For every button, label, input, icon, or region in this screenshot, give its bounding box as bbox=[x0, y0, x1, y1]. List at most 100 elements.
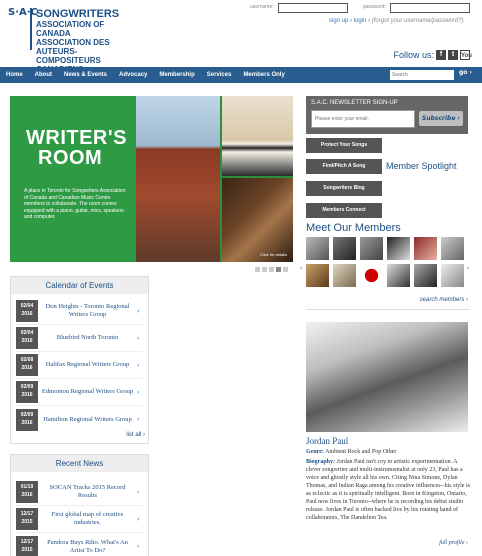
member-thumb[interactable] bbox=[414, 237, 437, 260]
calendar-title: Calendar of Events bbox=[11, 277, 148, 294]
event-date-year: 2016 bbox=[21, 392, 33, 398]
member-thumb[interactable] bbox=[441, 237, 464, 260]
search-members-link[interactable]: search members › bbox=[420, 297, 468, 303]
genre-label: Genre: bbox=[306, 449, 324, 455]
member-thumb[interactable] bbox=[414, 264, 437, 287]
chevron-right-icon: › bbox=[137, 543, 140, 550]
next-arrow-icon[interactable]: › bbox=[467, 265, 469, 272]
forgot-link[interactable]: (forgot your username/password?) bbox=[372, 18, 464, 24]
event-title[interactable]: Hamilton Regional Writers Group bbox=[38, 416, 137, 424]
news-item[interactable]: 12/17 2015 Pandora Buys Rdio. What's An A… bbox=[16, 533, 143, 556]
prev-arrow-icon[interactable]: ‹ bbox=[300, 265, 302, 272]
event-title[interactable]: Don Heights - Toronto Regional Writers G… bbox=[38, 303, 137, 319]
bio-text: Jordan Paul isn't coy to artistic experi… bbox=[306, 459, 470, 521]
member-thumb[interactable] bbox=[360, 264, 383, 287]
news-item[interactable]: 12/17 2015 First global map of creative i… bbox=[16, 506, 143, 533]
login-link[interactable]: login bbox=[354, 18, 367, 24]
member-thumb[interactable] bbox=[333, 264, 356, 287]
featured-bio: Biography: Jordan Paul isn't coy to arti… bbox=[306, 458, 470, 522]
slide-dot-active[interactable] bbox=[276, 267, 281, 272]
featured-member-photo[interactable] bbox=[306, 322, 468, 432]
username-input[interactable] bbox=[278, 3, 348, 13]
newsletter-label: S.A.C. NEWSLETTER SIGN-UP bbox=[311, 100, 398, 106]
search-input[interactable] bbox=[390, 70, 454, 80]
subscribe-button[interactable]: Subscribe › bbox=[419, 111, 463, 126]
event-title[interactable]: Halifax Regional Writers Group bbox=[38, 361, 137, 369]
event-date-day: 02/04 bbox=[20, 303, 34, 309]
protect-songs-button[interactable]: Protect Your Songs bbox=[306, 138, 382, 153]
find-pitch-song-button[interactable]: Find/Pitch A Song bbox=[306, 159, 382, 174]
nav-news-events[interactable]: News & Events bbox=[58, 72, 113, 78]
facebook-icon[interactable]: f bbox=[436, 50, 446, 60]
news-title[interactable]: First global map of creative industries. bbox=[38, 511, 137, 527]
sac-logo[interactable]: S·A·C SONGWRITERS ASSOCIATION OF CANADA … bbox=[8, 8, 140, 75]
newsletter-email-input[interactable] bbox=[311, 110, 415, 128]
member-thumb[interactable] bbox=[306, 264, 329, 287]
nav-advocacy[interactable]: Advocacy bbox=[113, 72, 153, 78]
logo-text: SONGWRITERS ASSOCIATION OF CANADA ASSOCI… bbox=[36, 8, 140, 74]
event-date-year: 2016 bbox=[21, 365, 33, 371]
event-title[interactable]: Edmonton Regional Writers Group bbox=[38, 388, 137, 396]
event-item[interactable]: 02/04 2016 Don Heights - Toronto Regional… bbox=[16, 298, 143, 325]
slide-dot[interactable] bbox=[269, 267, 274, 272]
member-thumb[interactable] bbox=[360, 237, 383, 260]
signup-link[interactable]: sign up bbox=[329, 18, 348, 24]
calendar-box: Calendar of Events 02/04 2016 Don Heights… bbox=[10, 276, 149, 444]
event-item[interactable]: 02/09 2016 Edmonton Regional Writers Grou… bbox=[16, 379, 143, 406]
songwriters-blog-button[interactable]: Songwriters Blog bbox=[306, 181, 382, 196]
event-item[interactable]: 02/08 2016 Halifax Regional Writers Group… bbox=[16, 352, 143, 379]
search-members-label: search members bbox=[419, 297, 465, 303]
newsletter-signup: S.A.C. NEWSLETTER SIGN-UP Subscribe › bbox=[306, 96, 468, 134]
full-profile-link[interactable]: full profile › bbox=[439, 540, 468, 546]
news-item[interactable]: 01/19 2016 SOCAN Tracks 2015 Record Resul… bbox=[16, 479, 143, 506]
chevron-right-icon: › bbox=[137, 388, 140, 396]
hero-slider[interactable]: WRITER'S ROOM A place in Toronto for Son… bbox=[10, 96, 293, 262]
nav-services[interactable]: Services bbox=[201, 72, 238, 78]
list-all-link[interactable]: list all › bbox=[126, 432, 145, 438]
news-date-day: 01/19 bbox=[20, 484, 34, 490]
main-nav: Home About News & Events Advocacy Member… bbox=[0, 67, 482, 83]
logo-line-3: ASSOCIATION DES AUTEURS- bbox=[36, 38, 110, 56]
member-thumb[interactable] bbox=[306, 237, 329, 260]
slide-dot[interactable] bbox=[283, 267, 288, 272]
event-date: 02/09 2016 bbox=[16, 408, 38, 431]
chevron-right-icon: › bbox=[137, 488, 140, 496]
member-thumb[interactable] bbox=[441, 264, 464, 287]
member-thumb[interactable] bbox=[387, 264, 410, 287]
nav-membership[interactable]: Membership bbox=[153, 72, 200, 78]
nav-home[interactable]: Home bbox=[0, 72, 29, 78]
hero-caption[interactable]: Click for details bbox=[260, 252, 287, 257]
youtube-icon[interactable]: You bbox=[460, 50, 472, 60]
full-profile-label: full profile bbox=[439, 540, 465, 546]
news-title[interactable]: Pandora Buys Rdio. What's An Artist To D… bbox=[38, 539, 137, 555]
slide-dot[interactable] bbox=[255, 267, 260, 272]
logo-line-1: SONGWRITERS bbox=[36, 8, 120, 20]
news-date: 12/17 2015 bbox=[16, 508, 38, 530]
password-input[interactable] bbox=[390, 3, 470, 13]
member-thumb[interactable] bbox=[333, 237, 356, 260]
go-label: go bbox=[459, 69, 468, 76]
login-links: sign up › login › (forgot your username/… bbox=[329, 18, 463, 24]
event-title[interactable]: Bluebird North Toronto bbox=[38, 334, 137, 342]
divider bbox=[306, 309, 470, 310]
logo-line-2: ASSOCIATION OF CANADA bbox=[36, 20, 105, 38]
password-label: password: bbox=[363, 4, 386, 10]
featured-member-name[interactable]: Jordan Paul bbox=[306, 436, 348, 446]
member-thumb[interactable] bbox=[387, 237, 410, 260]
event-date-day: 02/09 bbox=[20, 411, 34, 418]
event-item[interactable]: 02/04 2016 Bluebird North Toronto › bbox=[16, 325, 143, 352]
event-item[interactable]: 02/09 2016 Hamilton Regional Writers Grou… bbox=[16, 406, 143, 433]
slider-dots bbox=[255, 267, 288, 272]
event-date-year: 2016 bbox=[21, 419, 33, 426]
slide-dot[interactable] bbox=[262, 267, 267, 272]
members-connect-button[interactable]: Members Connect bbox=[306, 203, 382, 218]
chevron-right-icon: › bbox=[350, 18, 353, 24]
nav-about[interactable]: About bbox=[29, 72, 58, 78]
news-title[interactable]: SOCAN Tracks 2015 Record Results bbox=[38, 484, 137, 500]
member-grid bbox=[306, 237, 468, 287]
chevron-right-icon: › bbox=[137, 361, 140, 369]
twitter-icon[interactable]: t bbox=[448, 50, 458, 60]
event-date-day: 02/09 bbox=[20, 384, 34, 390]
go-button[interactable]: go › bbox=[459, 69, 472, 76]
nav-members-only[interactable]: Members Only bbox=[237, 72, 290, 78]
